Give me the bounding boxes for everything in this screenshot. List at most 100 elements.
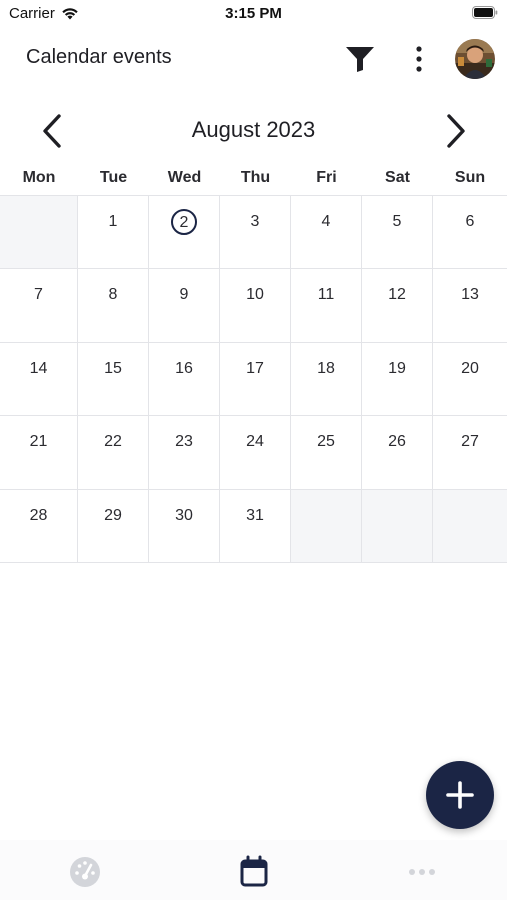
avatar[interactable] xyxy=(455,39,495,79)
filter-button[interactable] xyxy=(344,44,376,74)
plus-icon xyxy=(446,781,474,809)
day-number-text: 16 xyxy=(175,359,193,377)
status-bar: Carrier 3:15 PM xyxy=(0,0,507,30)
day-number-text: 23 xyxy=(175,433,193,451)
calendar-day-cell[interactable]: 30 xyxy=(149,489,220,563)
day-number-text: 29 xyxy=(104,506,122,524)
day-number-text: 26 xyxy=(388,433,406,451)
add-event-button[interactable] xyxy=(426,761,494,829)
weekday-label: Mon xyxy=(22,169,56,186)
calendar-day-cell[interactable]: 16 xyxy=(149,342,220,417)
day-number-text: 4 xyxy=(321,213,331,230)
calendar-cell-empty xyxy=(362,489,433,563)
month-navigation: August 2023 xyxy=(0,105,507,155)
calendar-day-cell[interactable]: 27 xyxy=(433,416,507,490)
calendar-day-cell[interactable]: 20 xyxy=(433,343,507,417)
day-number: 20 xyxy=(433,359,507,379)
weekday-label: Thu xyxy=(240,169,271,186)
day-number-text: 18 xyxy=(317,359,335,377)
day-number: 22 xyxy=(78,432,148,452)
day-number: 8 xyxy=(78,285,148,305)
day-number: 5 xyxy=(362,212,432,232)
weekday-label: Sun xyxy=(454,169,486,186)
day-number: 15 xyxy=(78,359,148,379)
calendar-day-cell[interactable]: 26 xyxy=(362,416,433,490)
day-number-text: 1 xyxy=(108,213,118,230)
day-number-text: 14 xyxy=(29,359,48,377)
day-number-text: 24 xyxy=(246,433,264,451)
calendar-day-cell[interactable]: 13 xyxy=(433,269,507,343)
calendar-cell-empty xyxy=(433,489,507,563)
calendar-day-cell[interactable]: 14 xyxy=(0,342,78,417)
weekday-label: Sat xyxy=(385,169,410,186)
more-vertical-icon xyxy=(416,46,422,72)
weekday-label: Tue xyxy=(99,169,128,186)
app-bar: Calendar events xyxy=(0,30,507,88)
day-number: 10 xyxy=(220,285,290,305)
day-number: 27 xyxy=(433,432,507,452)
day-number-text: 19 xyxy=(388,359,406,377)
day-number-text: 12 xyxy=(388,286,406,304)
calendar-day-cell[interactable]: 17 xyxy=(220,342,291,417)
calendar-day-cell[interactable]: 6 xyxy=(433,196,507,270)
dashboard-gauge-icon xyxy=(70,857,100,887)
page-title: Calendar events xyxy=(26,46,172,68)
calendar-day-cell[interactable]: 2 xyxy=(149,196,220,270)
day-number-text: 10 xyxy=(246,286,264,304)
day-number-text: 2 xyxy=(171,209,197,235)
calendar-day-cell[interactable]: 12 xyxy=(362,269,433,343)
filter-icon xyxy=(346,47,374,72)
battery-icon xyxy=(472,6,498,19)
calendar-grid: 1 2 3 4 5 6 7 8 9 10 11 12 13 14 15 16 17 18 19 20 21 22 23 24 2… xyxy=(0,195,507,563)
day-number: 17 xyxy=(220,359,290,379)
day-number: 6 xyxy=(433,212,507,232)
calendar-day-cell[interactable]: 4 xyxy=(291,196,362,270)
day-number-text: 11 xyxy=(317,286,335,304)
calendar-day-cell[interactable]: 7 xyxy=(0,269,78,343)
calendar-day-cell[interactable]: 11 xyxy=(291,269,362,343)
calendar-day-cell[interactable]: 18 xyxy=(291,342,362,417)
tab-calendar[interactable] xyxy=(236,854,272,890)
calendar-icon xyxy=(240,855,268,887)
day-number-text: 17 xyxy=(246,359,264,377)
calendar-day-cell[interactable]: 3 xyxy=(220,196,291,270)
day-number-text: 22 xyxy=(104,433,122,451)
day-number-text: 13 xyxy=(461,286,479,304)
calendar-day-cell[interactable]: 1 xyxy=(78,196,149,270)
calendar-day-cell[interactable]: 22 xyxy=(78,416,149,490)
bottom-navigation xyxy=(0,840,507,900)
calendar-day-cell[interactable]: 21 xyxy=(0,416,78,490)
calendar-day-cell[interactable]: 19 xyxy=(362,342,433,417)
calendar-day-cell[interactable]: 28 xyxy=(0,489,78,563)
calendar-day-cell[interactable]: 5 xyxy=(362,196,433,270)
calendar-day-cell[interactable]: 8 xyxy=(78,269,149,343)
day-number: 1 xyxy=(78,212,148,232)
day-number: 26 xyxy=(362,432,432,452)
day-number-text: 7 xyxy=(34,286,43,304)
calendar-day-cell[interactable]: 10 xyxy=(220,269,291,343)
calendar-day-cell[interactable]: 23 xyxy=(149,416,220,490)
calendar-day-cell[interactable]: 9 xyxy=(149,269,220,343)
day-number: 16 xyxy=(149,359,219,379)
day-number-text: 20 xyxy=(461,359,479,377)
today-day-number: 2 xyxy=(149,209,219,235)
tab-dashboard[interactable] xyxy=(67,854,103,890)
day-number: 12 xyxy=(362,285,432,305)
avatar-photo xyxy=(455,39,495,79)
next-month-button[interactable] xyxy=(437,111,473,151)
status-time: 3:15 PM xyxy=(225,5,282,22)
calendar-day-cell[interactable]: 24 xyxy=(220,416,291,490)
day-number-text: 8 xyxy=(108,286,118,304)
calendar-day-cell[interactable]: 31 xyxy=(220,489,291,563)
tab-more[interactable] xyxy=(404,854,440,890)
day-number-text: 30 xyxy=(175,506,193,524)
day-number-text: 25 xyxy=(317,433,335,451)
chevron-right-icon xyxy=(447,114,465,148)
more-options-button[interactable] xyxy=(408,44,430,74)
calendar-day-cell[interactable]: 25 xyxy=(291,416,362,490)
day-number: 14 xyxy=(0,359,77,379)
day-number-text: 9 xyxy=(179,286,189,304)
calendar-day-cell[interactable]: 29 xyxy=(78,489,149,563)
day-number: 30 xyxy=(149,506,219,526)
calendar-day-cell[interactable]: 15 xyxy=(78,342,149,417)
